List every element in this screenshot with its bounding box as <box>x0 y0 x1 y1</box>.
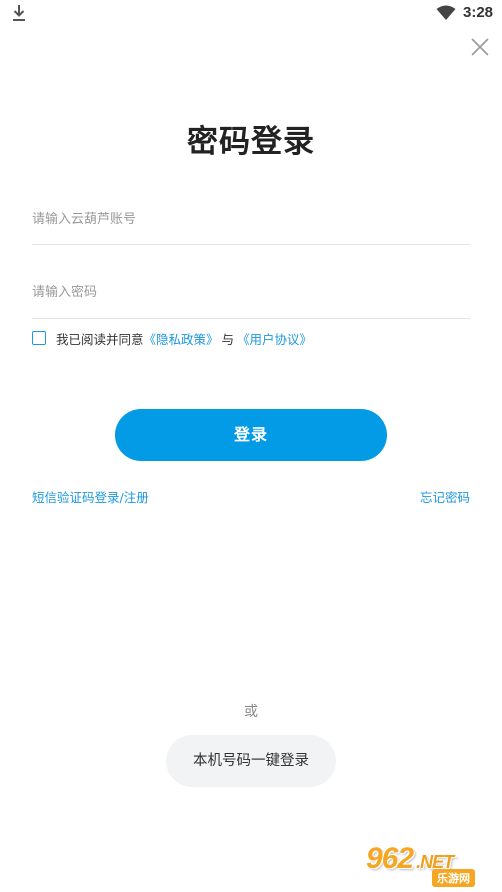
watermark-brand-number: 962 <box>366 842 414 875</box>
status-time: 3:28 <box>463 4 494 21</box>
privacy-policy-link[interactable]: 《隐私政策》 <box>144 329 219 348</box>
sms-login-link[interactable]: 短信验证码登录/注册 <box>32 487 149 506</box>
watermark-logo: 962 .NET 乐游网 <box>362 842 498 888</box>
login-button[interactable]: 登录 <box>115 409 387 461</box>
forgot-password-link[interactable]: 忘记密码 <box>420 487 470 506</box>
one-key-login-button[interactable]: 本机号码一键登录 <box>166 735 336 787</box>
user-agreement-link[interactable]: 《用户协议》 <box>237 329 312 348</box>
page-title: 密码登录 <box>187 124 315 160</box>
close-icon[interactable] <box>469 36 491 58</box>
agreement-row: 我已阅读并同意 《隐私政策》 与 《用户协议》 <box>32 329 312 347</box>
agreement-checkbox[interactable] <box>32 331 46 345</box>
account-input[interactable] <box>32 203 470 235</box>
agreement-text: 我已阅读并同意 <box>56 331 144 347</box>
password-divider <box>32 318 470 319</box>
wifi-icon <box>436 5 456 20</box>
password-input[interactable] <box>32 276 470 308</box>
account-divider <box>32 244 470 245</box>
watermark-badge: 乐游网 <box>432 869 475 887</box>
status-bar: 3:28 <box>0 0 502 28</box>
agreement-joiner: 与 <box>221 331 235 347</box>
or-divider-text: 或 <box>244 704 258 720</box>
download-icon <box>13 5 25 21</box>
